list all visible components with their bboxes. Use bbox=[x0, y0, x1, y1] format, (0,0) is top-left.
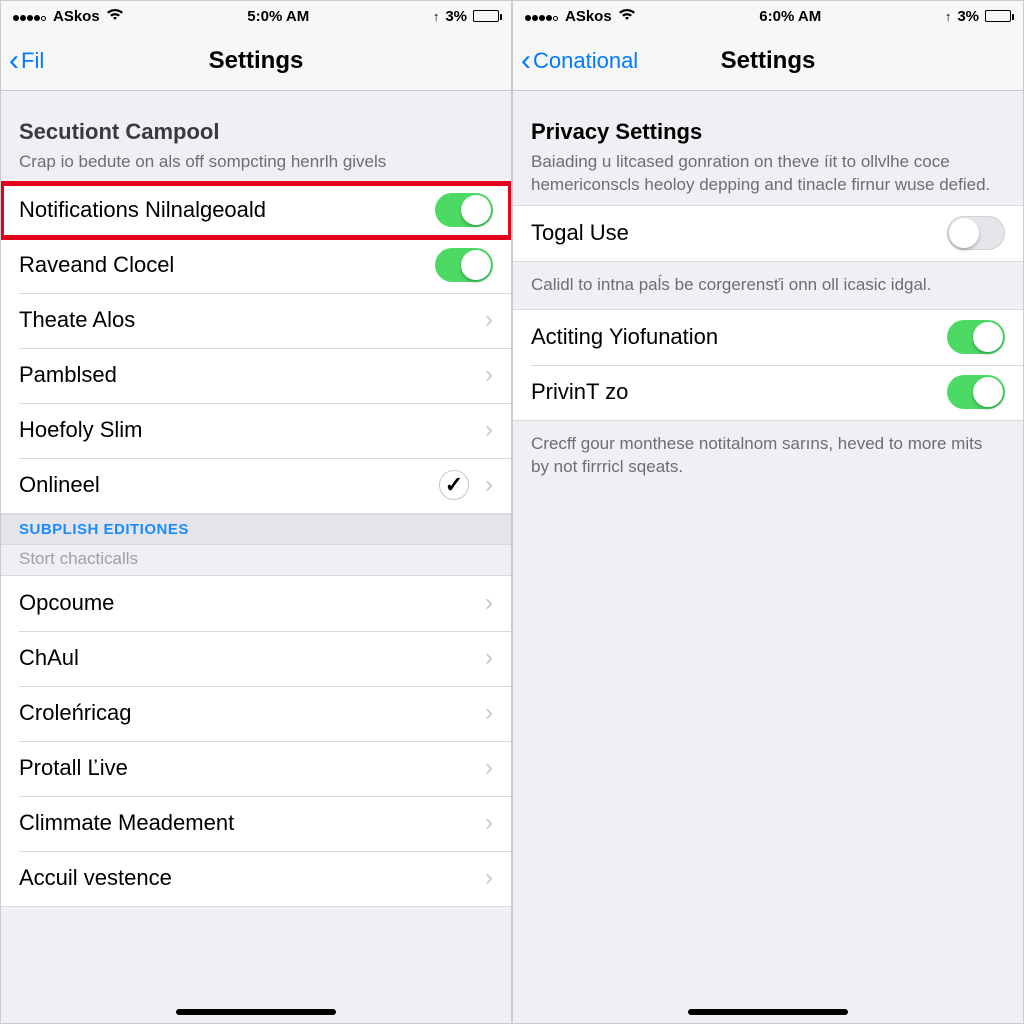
row-label: Hoefoly Slim bbox=[19, 417, 475, 443]
setting-row[interactable]: Togal Use bbox=[513, 206, 1023, 261]
setting-row[interactable]: Actiting Yiofunation bbox=[513, 310, 1023, 365]
setting-row[interactable]: Hoefoly Slim › bbox=[1, 403, 511, 458]
back-label: Conational bbox=[533, 48, 638, 74]
chevron-right-icon: › bbox=[485, 699, 493, 727]
chevron-right-icon: › bbox=[485, 361, 493, 389]
checkmark-icon bbox=[439, 470, 469, 500]
setting-row[interactable]: Theate Alos › bbox=[1, 293, 511, 348]
upload-arrow-icon: ↑ bbox=[945, 9, 952, 24]
setting-row[interactable]: Pamblsed › bbox=[1, 348, 511, 403]
home-indicator[interactable] bbox=[688, 1009, 848, 1015]
clock-label: 6:0% AM bbox=[759, 8, 821, 25]
row-label: Climmate Meadement bbox=[19, 810, 475, 836]
chevron-right-icon: › bbox=[485, 644, 493, 672]
setting-row[interactable]: Raveand Clocel bbox=[1, 238, 511, 293]
section-header-subplish: SUBPLISH EDITIONES bbox=[1, 514, 511, 545]
status-bar: ASkos 5:0% AM ↑ 3% bbox=[1, 1, 511, 31]
setting-row[interactable]: Accuil vestence › bbox=[1, 851, 511, 906]
row-label: Notifications Nilnalgeoald bbox=[19, 197, 435, 223]
row-label: Togal Use bbox=[531, 220, 947, 246]
signal-dots-icon bbox=[525, 9, 559, 24]
toggle-switch[interactable] bbox=[947, 320, 1005, 354]
row-label: Protall Ľive bbox=[19, 755, 475, 781]
section-title: Privacy Settings bbox=[531, 119, 1005, 145]
setting-row[interactable]: ChAul › bbox=[1, 631, 511, 686]
toggle-switch[interactable] bbox=[435, 248, 493, 282]
row-label: Theate Alos bbox=[19, 307, 475, 333]
chevron-right-icon: › bbox=[485, 416, 493, 444]
setting-row[interactable]: Notifications Nilnalgeoald bbox=[1, 183, 511, 238]
chevron-right-icon: › bbox=[485, 306, 493, 334]
page-title: Settings bbox=[1, 47, 511, 75]
toggle-switch[interactable] bbox=[947, 216, 1005, 250]
section-title: Secutiont Campool bbox=[19, 119, 493, 145]
section-header: Privacy Settings Baiading u litcased gon… bbox=[513, 91, 1023, 205]
clock-label: 5:0% AM bbox=[247, 8, 309, 25]
section-footer: Calidl to intna paĺs be corgerensťi onn … bbox=[513, 262, 1023, 309]
chevron-right-icon: › bbox=[485, 754, 493, 782]
chevron-left-icon: ‹ bbox=[9, 46, 19, 76]
battery-icon bbox=[473, 10, 499, 22]
row-label: Opcoume bbox=[19, 590, 475, 616]
setting-row[interactable]: PrivinT zo bbox=[513, 365, 1023, 420]
chevron-right-icon: › bbox=[485, 809, 493, 837]
upload-arrow-icon: ↑ bbox=[433, 9, 440, 24]
row-label: Raveand Clocel bbox=[19, 252, 435, 278]
toggle-switch[interactable] bbox=[435, 193, 493, 227]
setting-row[interactable]: Opcoume › bbox=[1, 576, 511, 631]
wifi-icon bbox=[106, 8, 124, 25]
nav-bar: ‹ Conational Settings bbox=[513, 31, 1023, 91]
battery-percent: 3% bbox=[957, 8, 979, 25]
row-label: Croleńricag bbox=[19, 700, 475, 726]
setting-row[interactable]: Onlineel › bbox=[1, 458, 511, 513]
setting-row[interactable]: Croleńricag › bbox=[1, 686, 511, 741]
setting-row[interactable]: Climmate Meadement › bbox=[1, 796, 511, 851]
chevron-right-icon: › bbox=[485, 589, 493, 617]
battery-icon bbox=[985, 10, 1011, 22]
section-description: Crap io bedute on als off sompcting henr… bbox=[19, 151, 493, 174]
row-label: Accuil vestence bbox=[19, 865, 475, 891]
wifi-icon bbox=[618, 8, 636, 25]
row-label: PrivinT zo bbox=[531, 379, 947, 405]
chevron-left-icon: ‹ bbox=[521, 46, 531, 76]
signal-dots-icon bbox=[13, 9, 47, 24]
back-button[interactable]: ‹ Fil bbox=[1, 46, 44, 76]
setting-row[interactable]: Protall Ľive › bbox=[1, 741, 511, 796]
row-label: ChAul bbox=[19, 645, 475, 671]
section-header: Secutiont Campool Crap io bedute on als … bbox=[1, 91, 511, 182]
row-label: Pamblsed bbox=[19, 362, 475, 388]
section-footer: Crecff gour monthese notitalnom sarıns, … bbox=[513, 421, 1023, 491]
back-label: Fil bbox=[21, 48, 44, 74]
row-label: Onlineel bbox=[19, 472, 439, 498]
toggle-switch[interactable] bbox=[947, 375, 1005, 409]
chevron-right-icon: › bbox=[485, 864, 493, 892]
carrier-label: ASkos bbox=[565, 8, 612, 25]
status-bar: ASkos 6:0% AM ↑ 3% bbox=[513, 1, 1023, 31]
row-label: Actiting Yiofunation bbox=[531, 324, 947, 350]
back-button[interactable]: ‹ Conational bbox=[513, 46, 638, 76]
chevron-right-icon: › bbox=[485, 471, 493, 499]
home-indicator[interactable] bbox=[176, 1009, 336, 1015]
nav-bar: ‹ Fil Settings bbox=[1, 31, 511, 91]
battery-percent: 3% bbox=[445, 8, 467, 25]
section-subnote: Stort chacticalls bbox=[1, 545, 511, 575]
carrier-label: ASkos bbox=[53, 8, 100, 25]
section-description: Baiading u litcased gonration on theve í… bbox=[531, 151, 1005, 197]
